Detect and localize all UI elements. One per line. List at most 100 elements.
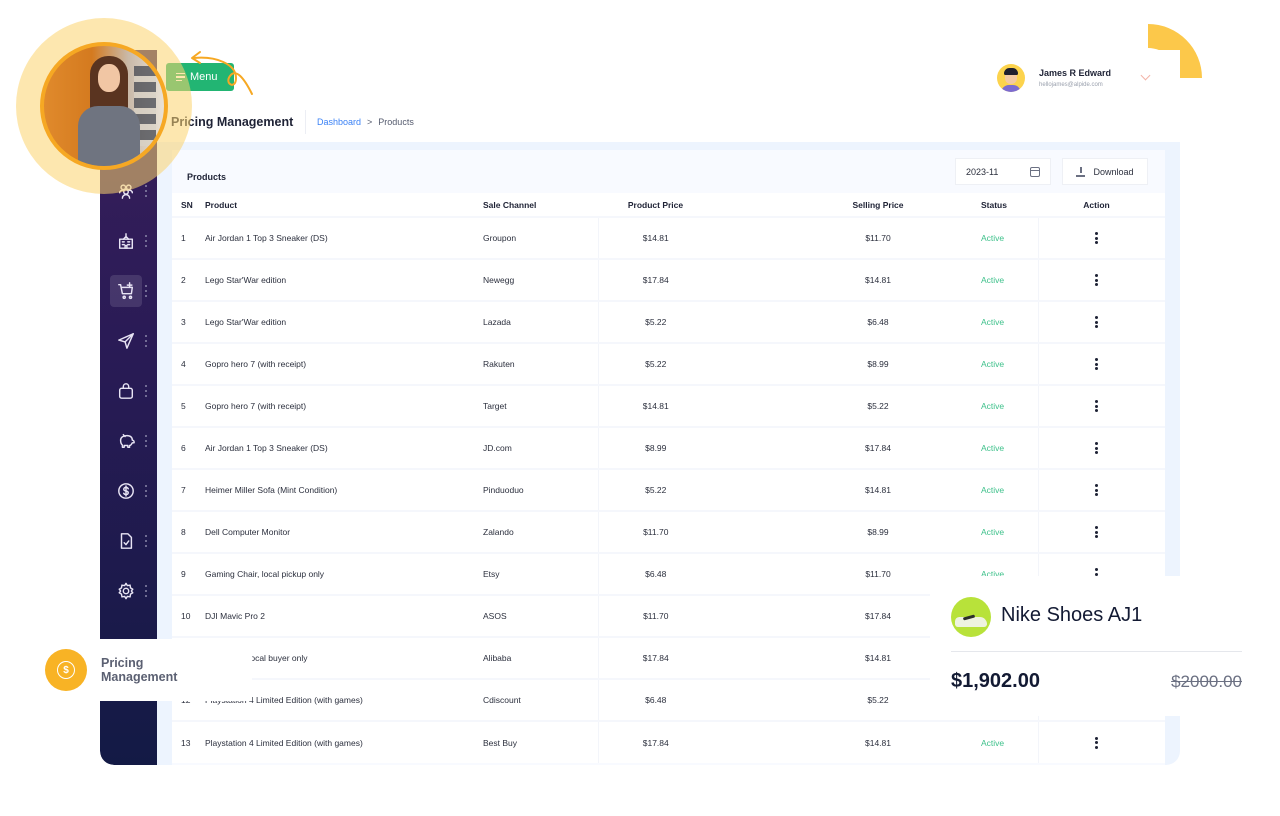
cell-product: Gopro hero 7 (with receipt) bbox=[205, 342, 473, 385]
cell-action bbox=[1038, 258, 1165, 301]
sidebar-item-piggy-bank[interactable] bbox=[110, 425, 142, 457]
product-thumbnail bbox=[951, 597, 991, 637]
cell-product-price: $17.84 bbox=[598, 636, 713, 679]
more-options-icon[interactable] bbox=[144, 485, 148, 497]
cell-sn: 4 bbox=[172, 342, 205, 385]
sidebar-item-send[interactable] bbox=[110, 325, 142, 357]
chevron-down-icon[interactable] bbox=[1140, 70, 1151, 81]
cell-product-price: $6.48 bbox=[598, 552, 713, 595]
kebab-menu-icon[interactable] bbox=[1095, 736, 1099, 749]
cell-sale-channel: ASOS bbox=[473, 594, 599, 637]
cell-sale-channel: Groupon bbox=[473, 216, 599, 259]
status-badge: Active bbox=[923, 510, 1039, 553]
more-options-icon[interactable] bbox=[144, 335, 148, 347]
cell-sn: 1 bbox=[172, 216, 205, 259]
col-sale-channel: Sale Channel bbox=[473, 193, 598, 217]
cell-sn: 13 bbox=[172, 720, 205, 763]
sidebar-item-bag[interactable] bbox=[110, 375, 142, 407]
dollar-expand-icon: $ bbox=[45, 649, 87, 691]
table-row: 4 Gopro hero 7 (with receipt) Rakuten $5.22… bbox=[172, 342, 1165, 385]
cell-action bbox=[1038, 468, 1165, 511]
cell-product: Gopro hero 7 (with receipt) bbox=[205, 384, 473, 427]
cell-selling-price: $6.48 bbox=[713, 300, 923, 343]
sidebar-item-cart-plus[interactable] bbox=[110, 275, 142, 307]
month-picker[interactable]: 2023-11 bbox=[955, 158, 1051, 185]
cell-product: Playstation 4 Limited Edition (with game… bbox=[205, 720, 473, 763]
status-badge: Active bbox=[923, 216, 1039, 259]
user-profile[interactable]: James R Edward hellojames@alpide.com bbox=[997, 64, 1111, 92]
cell-sn: 3 bbox=[172, 300, 205, 343]
dollar-coin-icon bbox=[118, 483, 134, 499]
cell-product-price: $11.70 bbox=[598, 594, 713, 637]
cell-selling-price: $17.84 bbox=[713, 594, 923, 637]
kebab-menu-icon[interactable] bbox=[1095, 442, 1099, 454]
product-price: $1,902.00 bbox=[951, 670, 1040, 692]
status-badge: Active bbox=[923, 426, 1039, 469]
cart-plus-icon bbox=[118, 282, 134, 300]
cell-product: Dell Computer Monitor bbox=[205, 510, 473, 553]
cell-sale-channel: Cdiscount bbox=[473, 678, 599, 721]
col-sn: SN bbox=[172, 193, 205, 217]
cell-product: Air Jordan 1 Top 3 Sneaker (DS) bbox=[205, 426, 473, 469]
sidebar-item-document-check[interactable] bbox=[110, 525, 142, 557]
product-name: Nike Shoes AJ1 bbox=[1001, 604, 1143, 626]
top-bar: Menu Pricing Management Dashboard > Prod… bbox=[157, 50, 1180, 142]
user-avatar bbox=[997, 64, 1025, 92]
cell-product: DJI Mavic Pro 2 bbox=[205, 594, 473, 637]
document-check-icon bbox=[120, 533, 133, 549]
cell-selling-price: $11.70 bbox=[713, 552, 923, 595]
cell-product-price: $17.84 bbox=[598, 258, 713, 301]
cell-product-price: $5.22 bbox=[598, 300, 713, 343]
more-options-icon[interactable] bbox=[144, 585, 148, 597]
cell-product-price: $14.81 bbox=[598, 384, 713, 427]
kebab-menu-icon[interactable] bbox=[1095, 358, 1099, 370]
kebab-menu-icon[interactable] bbox=[1095, 400, 1099, 412]
sidebar-item-gear[interactable] bbox=[110, 575, 142, 607]
status-badge: Active bbox=[923, 258, 1039, 301]
cell-product: Lego Star'War edition bbox=[205, 258, 473, 301]
breadcrumb: Dashboard > Products bbox=[317, 117, 414, 127]
kebab-menu-icon[interactable] bbox=[1095, 484, 1099, 496]
cell-product: Air Jordan 1 Top 3 Sneaker (DS) bbox=[205, 216, 473, 259]
download-button[interactable]: Download bbox=[1062, 158, 1148, 185]
more-options-icon[interactable] bbox=[144, 535, 148, 547]
more-options-icon[interactable] bbox=[144, 235, 148, 247]
col-product-price: Product Price bbox=[598, 193, 713, 217]
col-status: Status bbox=[923, 193, 1038, 217]
status-badge: Active bbox=[923, 384, 1039, 427]
card-divider bbox=[951, 651, 1242, 652]
more-options-icon[interactable] bbox=[144, 285, 148, 297]
send-icon bbox=[118, 333, 134, 349]
sidebar-item-building[interactable] bbox=[110, 225, 142, 257]
cell-sale-channel: Alibaba bbox=[473, 636, 599, 679]
cell-sn: 5 bbox=[172, 384, 205, 427]
gear-icon bbox=[118, 582, 134, 600]
download-label: Download bbox=[1093, 166, 1134, 177]
bag-icon bbox=[118, 383, 134, 399]
kebab-menu-icon[interactable] bbox=[1095, 274, 1099, 286]
table-row: 1 Air Jordan 1 Top 3 Sneaker (DS) Groupon $… bbox=[172, 216, 1165, 259]
kebab-menu-icon[interactable] bbox=[1095, 232, 1099, 244]
cell-action bbox=[1038, 300, 1165, 343]
kebab-menu-icon[interactable] bbox=[1095, 526, 1099, 538]
more-options-icon[interactable] bbox=[144, 435, 148, 447]
cell-selling-price: $14.81 bbox=[713, 258, 923, 301]
cell-sale-channel: Lazada bbox=[473, 300, 599, 343]
cell-product-price: $8.99 bbox=[598, 426, 713, 469]
cell-selling-price: $14.81 bbox=[713, 468, 923, 511]
cell-sn: 2 bbox=[172, 258, 205, 301]
more-options-icon[interactable] bbox=[144, 185, 148, 197]
col-product: Product bbox=[205, 193, 473, 217]
arrow-doodle-icon bbox=[191, 51, 253, 95]
cell-sn: 8 bbox=[172, 510, 205, 553]
kebab-menu-icon[interactable] bbox=[1095, 316, 1099, 328]
user-name: James R Edward bbox=[1039, 68, 1112, 78]
cell-selling-price: $5.22 bbox=[713, 384, 923, 427]
feature-badge: $ Pricing Management bbox=[32, 639, 252, 701]
cell-action bbox=[1038, 342, 1165, 385]
more-options-icon[interactable] bbox=[144, 385, 148, 397]
breadcrumb-dashboard[interactable]: Dashboard bbox=[317, 117, 361, 127]
sidebar-item-dollar-coin[interactable] bbox=[110, 475, 142, 507]
cell-selling-price: $14.81 bbox=[713, 636, 923, 679]
cell-selling-price: $8.99 bbox=[713, 510, 923, 553]
